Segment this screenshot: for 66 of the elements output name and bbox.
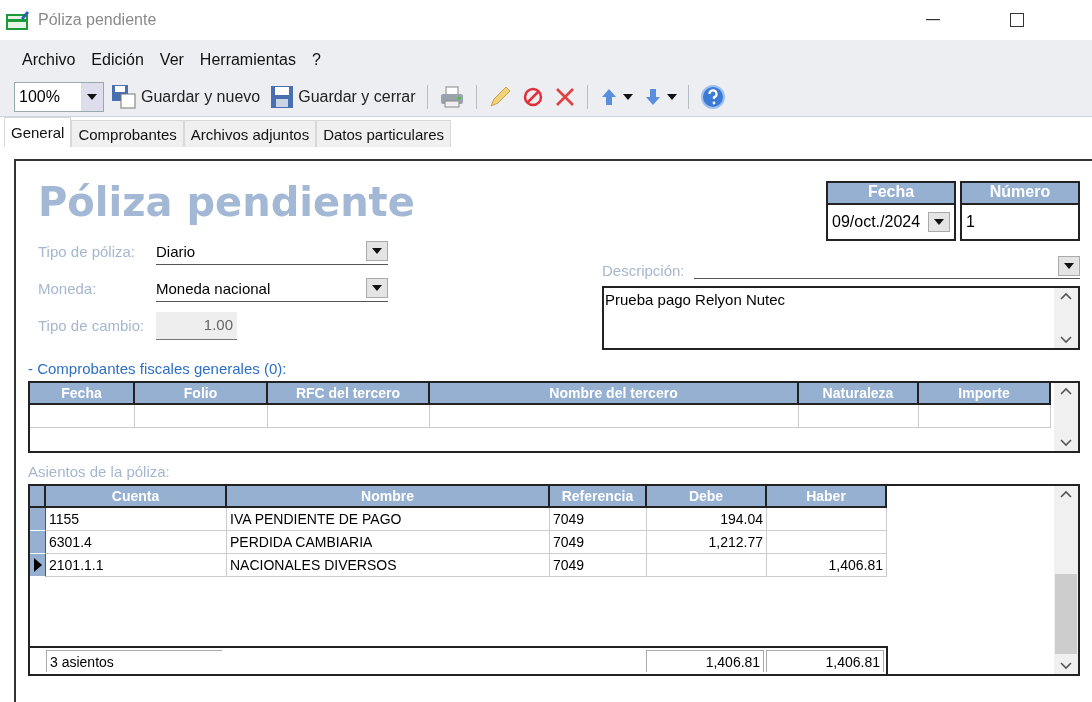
description-dropdown[interactable]	[694, 253, 1080, 279]
tab[interactable]: Archivos adjuntos	[183, 120, 317, 147]
dropdown-caret-icon	[666, 94, 677, 100]
table-cell: NACIONALES DIVERSOS	[227, 554, 550, 577]
table-cell: 1155	[46, 508, 227, 531]
app-icon	[6, 10, 30, 30]
scroll-down-icon[interactable]	[1060, 336, 1072, 344]
menu-item[interactable]: Ver	[159, 51, 184, 69]
dropdown-arrow-icon	[87, 94, 97, 100]
description-textarea[interactable]: Prueba pago Relyon Nutec	[602, 286, 1080, 350]
menu-item[interactable]: Herramientas	[199, 51, 296, 69]
scroll-up-icon[interactable]	[1060, 387, 1072, 395]
tab[interactable]: General	[4, 117, 72, 147]
table-cell: 7049	[550, 531, 647, 554]
table-cell: 2101.1.1	[46, 554, 227, 577]
minimize-icon[interactable]	[926, 19, 940, 21]
row-indicator[interactable]	[30, 554, 46, 577]
number-field[interactable]: 1	[962, 205, 1078, 239]
scroll-up-icon[interactable]	[1060, 292, 1072, 300]
scrollbar-thumb[interactable]	[1055, 574, 1077, 654]
table-cell: 194.04	[647, 508, 767, 531]
menu-item[interactable]: ?	[311, 51, 321, 69]
table-cell: 1,212.77	[647, 531, 767, 554]
date-header: Fecha	[828, 183, 954, 205]
dropdown-field[interactable]: Diario	[156, 238, 388, 265]
zoom-dropdown[interactable]: 100%	[14, 82, 104, 112]
dropdown-arrow-icon	[1064, 262, 1074, 269]
debit-total: 1,406.81	[646, 650, 765, 672]
window-title: Póliza pendiente	[38, 11, 157, 29]
tab[interactable]: Datos particulares	[316, 120, 452, 147]
scroll-down-icon[interactable]	[1060, 662, 1072, 670]
dropdown-arrow-icon	[372, 285, 382, 291]
menu-item[interactable]: Archivo	[22, 51, 76, 69]
menu-item[interactable]: Edición	[91, 51, 144, 69]
scroll-down-icon[interactable]	[1060, 439, 1072, 447]
readonly-field: 1.00	[156, 311, 237, 340]
dropdown-arrow-icon	[372, 248, 382, 254]
table-cell: 7049	[550, 508, 647, 531]
table-cell: IVA PENDIENTE DE PAGO	[227, 508, 550, 531]
table-cell: 1,406.81	[767, 554, 887, 577]
table-cell: 6301.4	[46, 531, 227, 554]
field-label: Tipo de cambio:	[38, 317, 146, 334]
table-cell: 7049	[550, 554, 647, 577]
toolbar-button[interactable]: Guardar y cerrar	[267, 82, 419, 112]
dropdown-field[interactable]: Moneda nacional	[156, 275, 388, 302]
row-indicator[interactable]	[30, 508, 46, 531]
dropdown-arrow-icon	[934, 219, 944, 225]
section-title: Asientos de la póliza:	[28, 463, 171, 480]
field-label: Tipo de póliza:	[38, 243, 136, 260]
number-header: Número	[962, 183, 1078, 205]
table-cell: PERDIDA CAMBIARIA	[227, 531, 550, 554]
field-label: Descripción:	[602, 262, 686, 279]
dropdown-caret-icon	[622, 94, 633, 100]
credit-total: 1,406.81	[766, 650, 884, 672]
row-indicator[interactable]	[30, 531, 46, 554]
tab[interactable]: Comprobantes	[71, 120, 184, 147]
save-new-icon	[111, 84, 137, 110]
field-label: Moneda:	[38, 280, 98, 297]
form-heading: Póliza pendiente	[38, 179, 415, 225]
entry-count: 3 asientos	[46, 650, 222, 672]
scroll-up-icon[interactable]	[1060, 490, 1072, 498]
maximize-icon[interactable]	[1010, 13, 1024, 27]
date-field[interactable]: 09/oct./2024	[828, 205, 954, 239]
toolbar-button[interactable]: Guardar y nuevo	[108, 82, 264, 112]
current-row-icon	[33, 558, 42, 572]
section-title[interactable]: - Comprobantes fiscales generales (0):	[28, 360, 1080, 377]
